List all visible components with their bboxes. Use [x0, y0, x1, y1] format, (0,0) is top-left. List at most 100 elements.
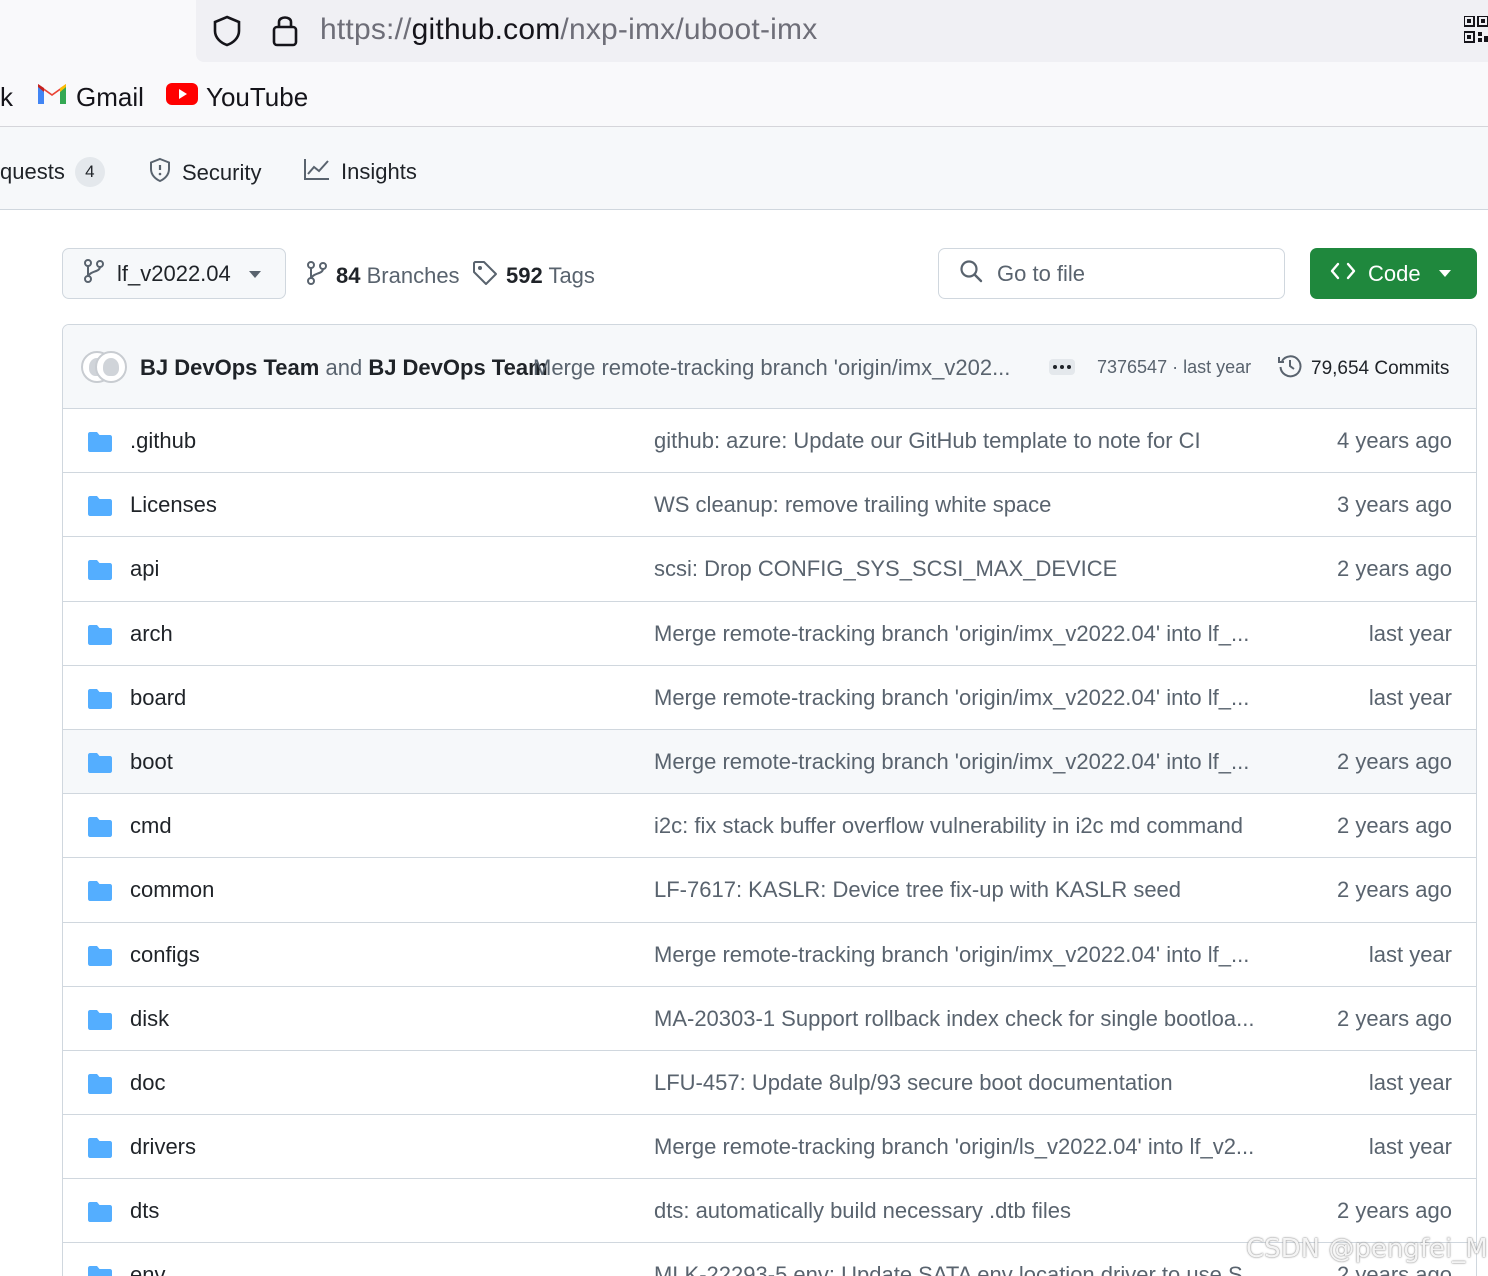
- commit-age: 3 years ago: [1337, 492, 1452, 518]
- commit-message-link[interactable]: WS cleanup: remove trailing white space: [654, 492, 1051, 518]
- folder-icon: [87, 1137, 113, 1164]
- lock-icon[interactable]: [270, 12, 300, 53]
- table-row[interactable]: Licenses WS cleanup: remove trailing whi…: [63, 473, 1476, 538]
- file-name-link[interactable]: dts: [130, 1198, 159, 1224]
- address-bar[interactable]: https://github.com/nxp-imx/uboot-imx: [196, 0, 1488, 62]
- tab-label: Insights: [341, 159, 417, 184]
- folder-icon: [87, 880, 113, 907]
- table-row[interactable]: drivers Merge remote-tracking branch 'or…: [63, 1115, 1476, 1180]
- qr-code-icon[interactable]: [1463, 15, 1488, 51]
- search-icon: [959, 259, 983, 288]
- branch-selector-button[interactable]: lf_v2022.04: [62, 248, 286, 299]
- go-to-file-field[interactable]: [938, 248, 1285, 299]
- table-row[interactable]: cmd i2c: fix stack buffer overflow vulne…: [63, 794, 1476, 859]
- file-name-link[interactable]: configs: [130, 942, 200, 968]
- table-row[interactable]: disk MA-20303-1 Support rollback index c…: [63, 987, 1476, 1051]
- go-to-file-input[interactable]: [997, 260, 1257, 287]
- table-row[interactable]: arch Merge remote-tracking branch 'origi…: [63, 602, 1476, 666]
- tags-link[interactable]: 592 Tags: [472, 260, 595, 292]
- tracking-protection-shield-icon[interactable]: [210, 14, 244, 53]
- commit-age: last year: [1368, 941, 1452, 967]
- latest-commit-message[interactable]: Merge remote-tracking branch 'origin/imx…: [533, 355, 1017, 381]
- gmail-icon: [36, 82, 68, 113]
- commit-message-link[interactable]: i2c: fix stack buffer overflow vulnerabi…: [654, 813, 1243, 839]
- git-branch-icon: [83, 258, 105, 290]
- repo-nav: quests 4 Security Insights: [0, 127, 1488, 210]
- commits-history-link[interactable]: 79,654 Commits: [1277, 353, 1449, 385]
- bookmark-label: k: [0, 82, 13, 112]
- commit-message-link[interactable]: Merge remote-tracking branch 'origin/imx…: [654, 749, 1249, 775]
- tab-label: quests: [0, 159, 65, 184]
- table-row[interactable]: .github github: azure: Update our GitHub…: [63, 409, 1476, 474]
- commit-age: 2 years ago: [1337, 748, 1452, 774]
- tab-security[interactable]: Security: [148, 157, 261, 189]
- ellipsis-icon[interactable]: [1049, 359, 1075, 375]
- git-branch-icon: [306, 260, 328, 292]
- code-button[interactable]: Code: [1310, 248, 1477, 299]
- shield-icon: [148, 157, 172, 189]
- commit-hash-age[interactable]: 7376547 · last year: [1097, 357, 1251, 378]
- file-name-link[interactable]: Licenses: [130, 492, 217, 518]
- file-name-link[interactable]: common: [130, 877, 214, 903]
- commit-message-link[interactable]: dts: automatically build necessary .dtb …: [654, 1198, 1071, 1224]
- commit-message-link[interactable]: LFU-457: Update 8ulp/93 secure boot docu…: [654, 1070, 1173, 1096]
- commit-message-link[interactable]: LF-7617: KASLR: Device tree fix-up with …: [654, 877, 1181, 903]
- branches-text: 84 Branches: [336, 263, 460, 288]
- folder-icon: [87, 559, 113, 586]
- commit-author-link[interactable]: BJ DevOps Team: [368, 355, 547, 380]
- folder-icon: [87, 624, 113, 651]
- table-row[interactable]: configs Merge remote-tracking branch 'or…: [63, 923, 1476, 987]
- file-name-link[interactable]: drivers: [130, 1134, 196, 1160]
- table-row[interactable]: api scsi: Drop CONFIG_SYS_SCSI_MAX_DEVIC…: [63, 537, 1476, 602]
- commits-count: 79,654 Commits: [1311, 358, 1450, 379]
- current-branch-label: lf_v2022.04: [117, 260, 231, 286]
- file-name-link[interactable]: cmd: [130, 813, 172, 839]
- tags-text: 592 Tags: [506, 263, 595, 288]
- file-name-link[interactable]: env: [130, 1262, 165, 1276]
- url-text[interactable]: https://github.com/nxp-imx/uboot-imx: [320, 13, 817, 47]
- file-name-link[interactable]: boot: [130, 749, 173, 775]
- folder-icon: [87, 752, 113, 779]
- file-name-link[interactable]: api: [130, 556, 159, 582]
- folder-icon: [87, 816, 113, 843]
- file-name-link[interactable]: arch: [130, 621, 173, 647]
- commit-message-link[interactable]: Merge remote-tracking branch 'origin/imx…: [654, 685, 1249, 711]
- commit-message-link[interactable]: github: azure: Update our GitHub templat…: [654, 428, 1201, 454]
- folder-icon: [87, 1009, 113, 1036]
- file-tree-table: BJ DevOps Team and BJ DevOps Team Merge …: [62, 324, 1477, 1276]
- table-row[interactable]: board Merge remote-tracking branch 'orig…: [63, 666, 1476, 730]
- code-button-label: Code: [1368, 260, 1421, 286]
- table-row[interactable]: boot Merge remote-tracking branch 'origi…: [63, 729, 1476, 795]
- branches-link[interactable]: 84 Branches: [306, 260, 460, 292]
- table-row[interactable]: common LF-7617: KASLR: Device tree fix-u…: [63, 858, 1476, 923]
- bookmark-gmail[interactable]: Gmail: [36, 82, 144, 113]
- commit-message-link[interactable]: MA-20303-1 Support rollback index check …: [654, 1006, 1254, 1032]
- commit-message-link[interactable]: MLK-22293-5 env: Update SATA env locatio…: [654, 1262, 1261, 1276]
- author-avatars[interactable]: [81, 351, 129, 385]
- bookmark-partial[interactable]: k: [0, 82, 13, 113]
- table-row[interactable]: doc LFU-457: Update 8ulp/93 secure boot …: [63, 1051, 1476, 1116]
- chevron-down-icon: [1439, 270, 1451, 277]
- file-name-link[interactable]: disk: [130, 1006, 169, 1032]
- bookmark-youtube[interactable]: YouTube: [166, 82, 308, 113]
- commit-message-link[interactable]: Merge remote-tracking branch 'origin/ls_…: [654, 1134, 1254, 1160]
- graph-icon: [303, 157, 331, 187]
- file-name-link[interactable]: board: [130, 685, 186, 711]
- tab-insights[interactable]: Insights: [303, 157, 417, 187]
- tag-icon: [472, 260, 498, 292]
- pull-requests-counter: 4: [74, 157, 105, 187]
- bookmark-label: Gmail: [76, 82, 144, 112]
- tab-pull-requests[interactable]: quests 4: [0, 157, 105, 187]
- file-name-link[interactable]: .github: [130, 428, 196, 454]
- commit-message-link[interactable]: Merge remote-tracking branch 'origin/imx…: [654, 942, 1249, 968]
- commit-message-link[interactable]: scsi: Drop CONFIG_SYS_SCSI_MAX_DEVICE: [654, 556, 1117, 582]
- chevron-down-icon: [249, 271, 261, 278]
- commit-authors: BJ DevOps Team and BJ DevOps Team: [140, 355, 548, 381]
- commit-age: 2 years ago: [1337, 813, 1452, 839]
- commit-message-link[interactable]: Merge remote-tracking branch 'origin/imx…: [654, 621, 1249, 647]
- folder-icon: [87, 431, 113, 458]
- commit-age: last year: [1368, 684, 1452, 710]
- file-name-link[interactable]: doc: [130, 1070, 165, 1096]
- youtube-icon: [166, 82, 198, 113]
- commit-author-link[interactable]: BJ DevOps Team: [140, 355, 319, 380]
